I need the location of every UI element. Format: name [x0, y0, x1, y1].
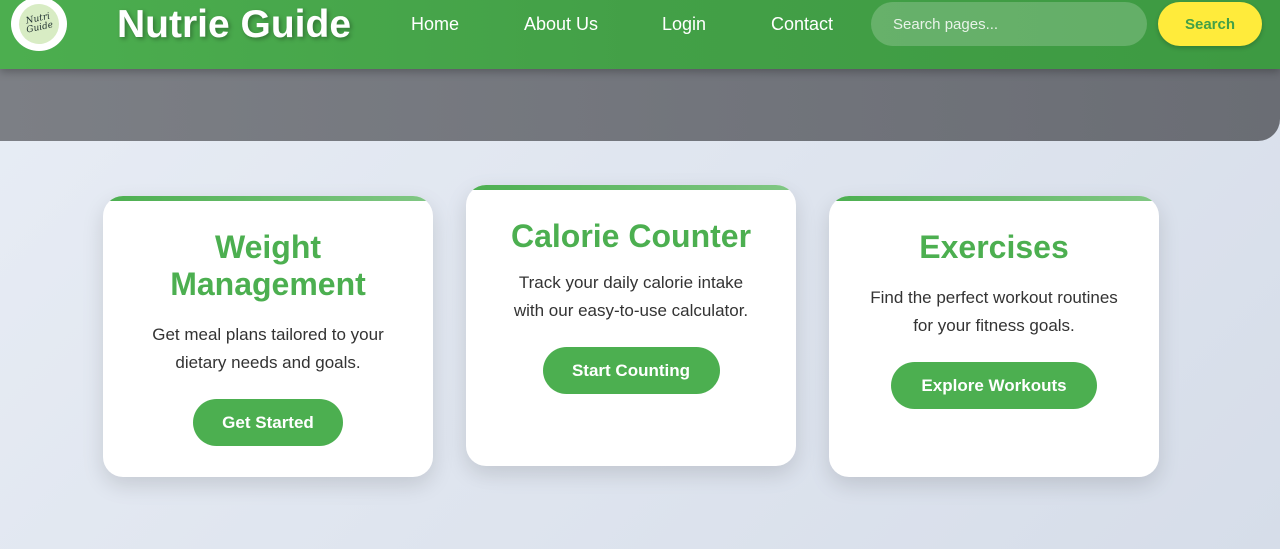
card-description: Get meal plans tailored to your dietary …	[152, 325, 384, 372]
start-counting-button[interactable]: Start Counting	[542, 347, 720, 394]
site-header: Nutri Guide Nutrie Guide Home About Us L…	[0, 0, 1280, 69]
logo-badge: Nutri Guide	[15, 0, 63, 48]
card-title: Weight Management	[170, 229, 366, 302]
nav-login-link[interactable]: Login	[662, 14, 706, 35]
search-button[interactable]: Search	[1158, 2, 1262, 46]
logo[interactable]: Nutri Guide	[11, 0, 67, 51]
logo-text: Nutri Guide	[24, 11, 55, 36]
card-weight-management: Weight Management Get meal plans tailore…	[103, 196, 433, 477]
search-input[interactable]	[871, 2, 1147, 46]
nav-about-link[interactable]: About Us	[524, 14, 598, 35]
card-title: Exercises	[919, 229, 1069, 265]
nav-contact-link[interactable]: Contact	[771, 14, 833, 35]
get-started-button[interactable]: Get Started	[193, 399, 343, 446]
card-description: Track your daily calorie intake with our…	[513, 273, 749, 320]
card-description: Find the perfect workout routines for yo…	[870, 288, 1118, 335]
card-exercises: Exercises Find the perfect workout routi…	[829, 196, 1159, 477]
site-title: Nutrie Guide	[117, 3, 352, 46]
explore-workouts-button[interactable]: Explore Workouts	[891, 362, 1097, 409]
hero-banner	[0, 69, 1280, 141]
nav-home-link[interactable]: Home	[411, 14, 459, 35]
card-calorie-counter: Calorie Counter Track your daily calorie…	[466, 185, 796, 466]
card-title: Calorie Counter	[510, 218, 752, 254]
